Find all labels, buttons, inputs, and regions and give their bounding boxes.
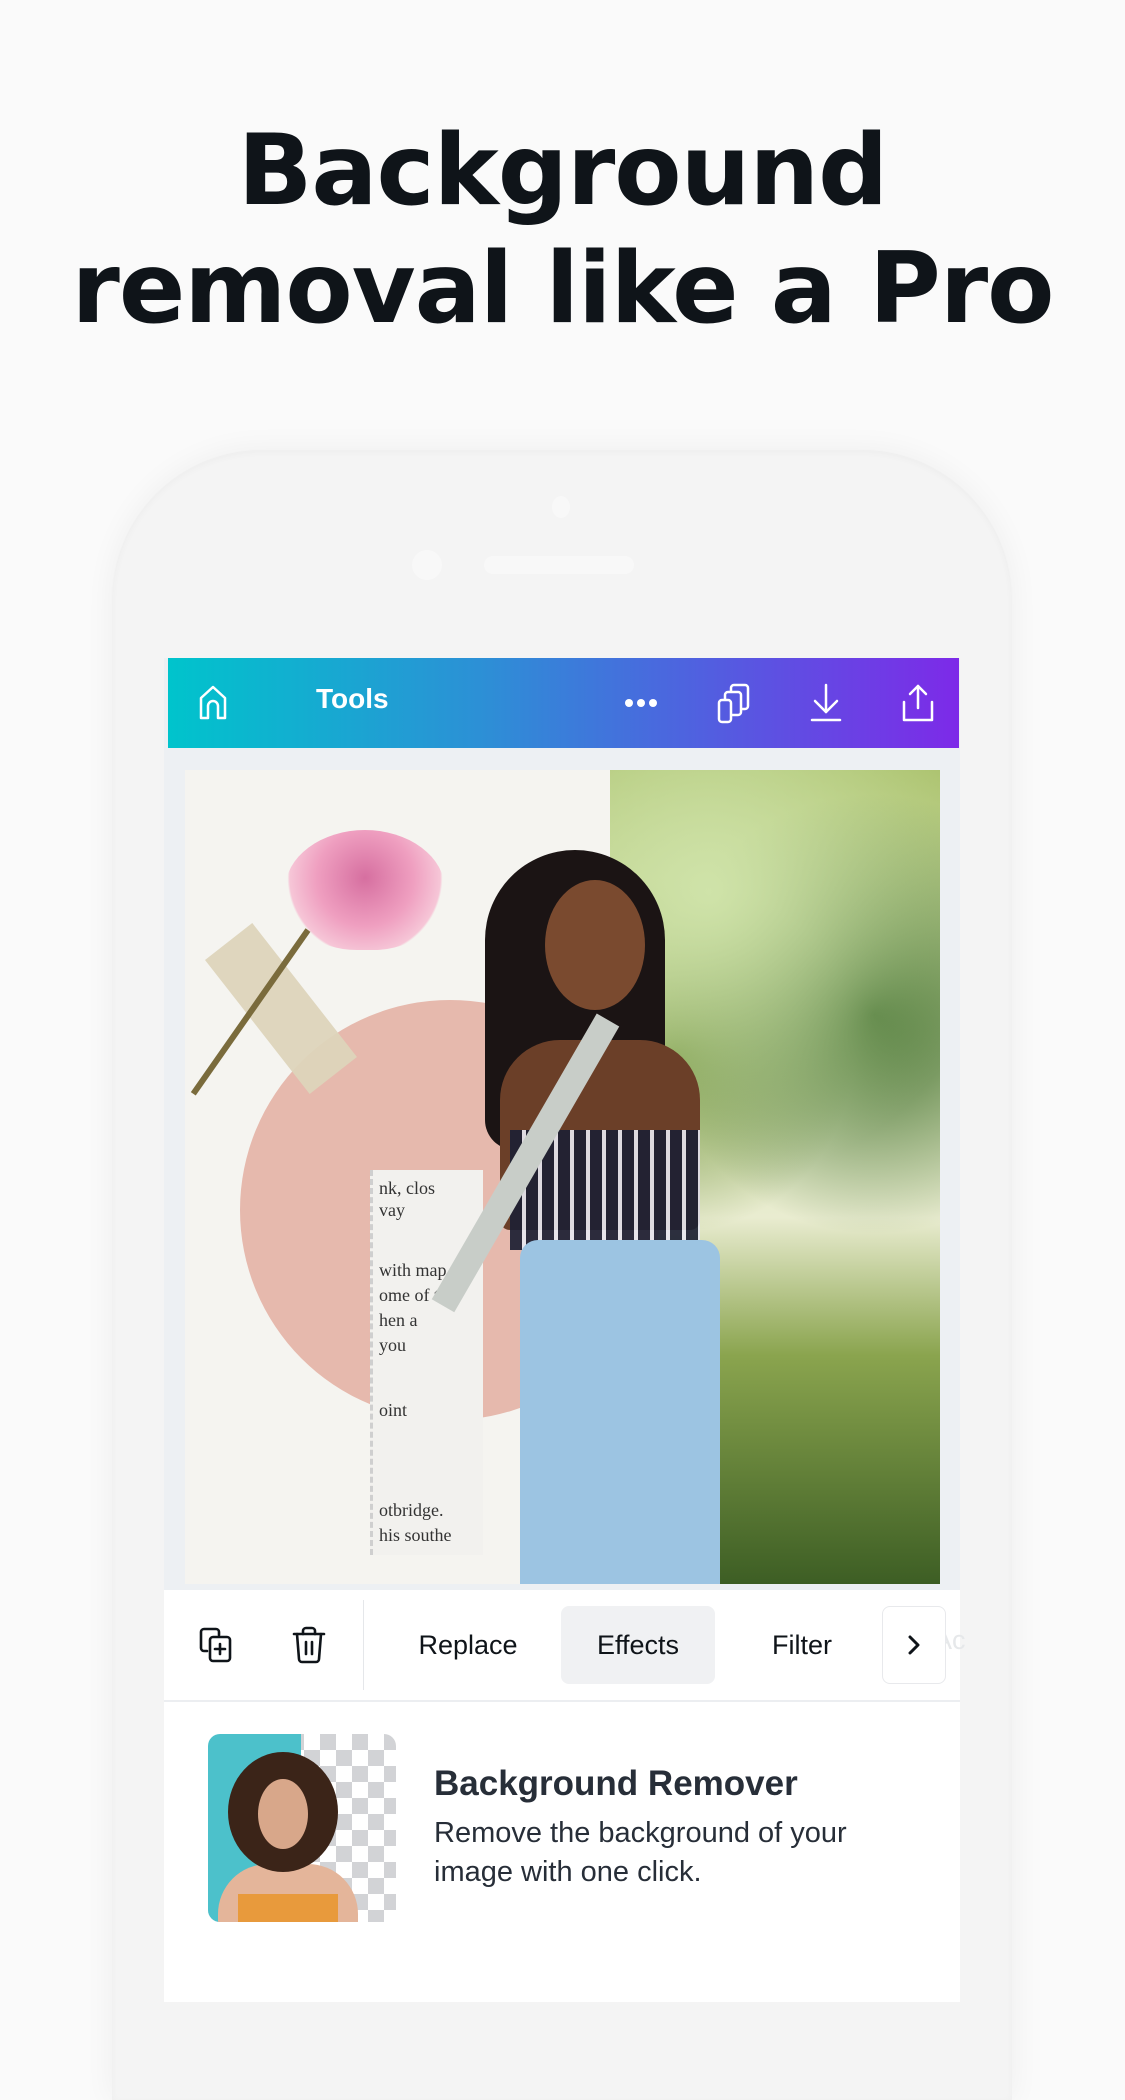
design-canvas[interactable]: nk, clos vay with map, ome of th hen a y…: [185, 770, 940, 1584]
tape-sticker[interactable]: [205, 923, 357, 1094]
phone-camera: [412, 550, 442, 580]
home-icon: [199, 685, 227, 720]
delete-button[interactable]: [289, 1625, 329, 1665]
effect-description: Remove the background of your image with…: [434, 1817, 847, 1888]
share-icon: [902, 684, 934, 722]
pages-icon: [717, 683, 750, 724]
effect-title[interactable]: Background Remover: [434, 1764, 798, 1804]
download-icon: [810, 683, 842, 722]
phone-sensor: [552, 496, 570, 518]
tab-replace[interactable]: Replace: [398, 1606, 538, 1684]
thumb-face: [258, 1779, 308, 1849]
tab-effects[interactable]: Effects: [561, 1606, 715, 1684]
home-button[interactable]: [190, 680, 236, 726]
effects-panel: Background Remover Remove the background…: [164, 1702, 960, 2002]
share-button[interactable]: [895, 680, 941, 726]
image-toolbar: Replace Effects Filter Ac: [164, 1590, 966, 1702]
cutout-person-photo[interactable]: [431, 850, 765, 1584]
duplicate-icon: [199, 1627, 232, 1663]
download-button[interactable]: [803, 680, 849, 726]
duplicate-button[interactable]: [196, 1625, 236, 1665]
toolbar-divider: [363, 1600, 364, 1690]
app-screen: Tools nk, clos vay with map, ome of th h…: [164, 658, 966, 2002]
pages-button[interactable]: [711, 680, 757, 726]
person-jeans: [520, 1240, 720, 1584]
person-face: [545, 880, 645, 1010]
headline-line-2: removal like a Pro: [71, 232, 1054, 346]
tab-filter[interactable]: Filter: [742, 1606, 862, 1684]
headline: Background removal like a Pro: [0, 112, 1125, 348]
pink-flower-sticker[interactable]: [285, 830, 445, 950]
trash-icon: [292, 1626, 326, 1664]
topbar-title: Tools: [316, 683, 389, 714]
editor-topbar: Tools: [168, 658, 959, 748]
thumb-dress: [238, 1894, 338, 1922]
scroll-tabs-button[interactable]: [882, 1606, 946, 1684]
chevron-right-icon: [908, 1635, 920, 1655]
headline-line-1: Background: [237, 114, 889, 228]
more-options-button[interactable]: [618, 680, 664, 726]
more-icon: [625, 699, 657, 707]
background-remover-thumbnail[interactable]: [208, 1734, 396, 1922]
phone-speaker: [484, 556, 634, 574]
